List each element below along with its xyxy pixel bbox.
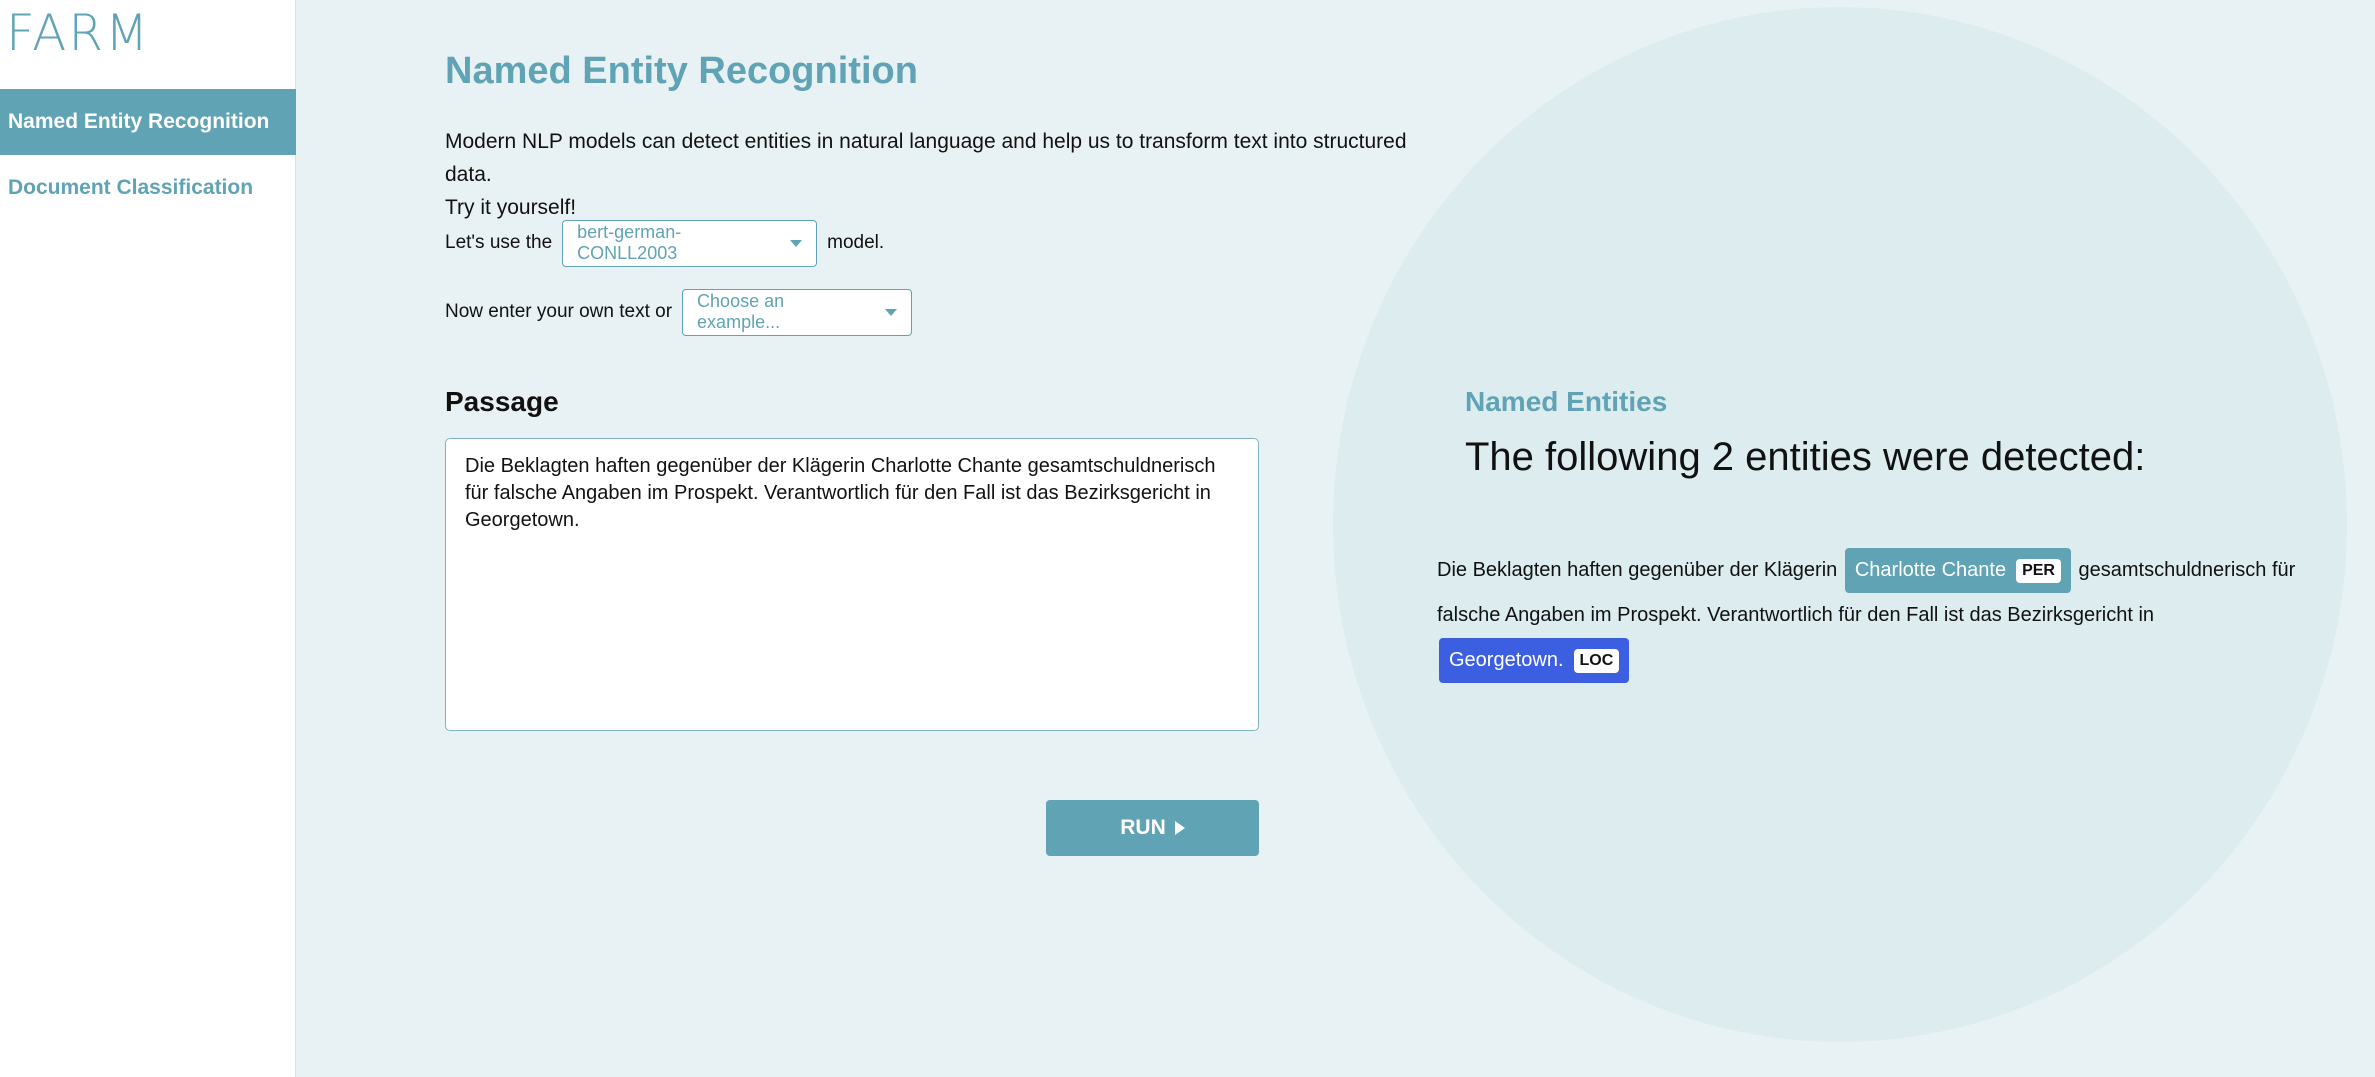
run-button-label: RUN bbox=[1120, 816, 1166, 839]
example-select-placeholder: Choose an example... bbox=[697, 291, 785, 332]
model-prefix-text: Let's use the bbox=[445, 232, 553, 253]
sidebar-item-label: Named Entity Recognition bbox=[8, 110, 270, 133]
farm-logo: FARM bbox=[6, 4, 151, 62]
passage-textarea[interactable]: Die Beklagten haften gegenüber der Kläge… bbox=[445, 438, 1259, 731]
entity-tag-per: PER bbox=[2016, 558, 2061, 583]
chevron-down-icon bbox=[790, 239, 803, 247]
entity-loc: Georgetown. LOC bbox=[1439, 638, 1630, 684]
entity-text: Charlotte Chante bbox=[1854, 559, 2007, 582]
results-heading: The following 2 entities were detected: bbox=[1465, 435, 2146, 479]
play-icon bbox=[1174, 821, 1185, 835]
example-row: Now enter your own text or Choose an exa… bbox=[445, 288, 922, 336]
model-row: Let's use the bert-german-CONLL2003 mode… bbox=[445, 219, 884, 267]
background-circle bbox=[1333, 7, 2347, 1042]
entity-tag-loc: LOC bbox=[1573, 648, 1620, 673]
intro-text: Modern NLP models can detect entities in… bbox=[445, 125, 1445, 224]
page-title: Named Entity Recognition bbox=[445, 50, 918, 92]
sidebar-item-named-entity-recognition[interactable]: Named Entity Recognition bbox=[0, 89, 296, 155]
model-select[interactable]: bert-german-CONLL2003 bbox=[562, 219, 818, 267]
intro-line: Modern NLP models can detect entities in… bbox=[445, 130, 1407, 186]
entity-text: Georgetown. bbox=[1449, 649, 1564, 672]
sidebar-item-document-classification[interactable]: Document Classification bbox=[0, 155, 296, 221]
annotated-result-text: Die Beklagten haften gegenüber der Kläge… bbox=[1437, 548, 2317, 684]
sidebar-item-label: Document Classification bbox=[8, 176, 254, 199]
example-select[interactable]: Choose an example... bbox=[682, 288, 913, 336]
result-text-segment: Die Beklagten haften gegenüber der Kläge… bbox=[1437, 559, 1838, 581]
model-select-value: bert-german-CONLL2003 bbox=[577, 222, 682, 263]
run-button[interactable]: RUN bbox=[1046, 800, 1259, 856]
named-entities-label: Named Entities bbox=[1465, 386, 1668, 417]
model-suffix-text: model. bbox=[827, 232, 885, 253]
example-prefix-text: Now enter your own text or bbox=[445, 301, 673, 322]
passage-label: Passage bbox=[445, 386, 559, 417]
sidebar: FARM Named Entity Recognition Document C… bbox=[0, 0, 296, 1077]
chevron-down-icon bbox=[885, 308, 898, 316]
entity-per: Charlotte Chante PER bbox=[1844, 548, 2071, 594]
